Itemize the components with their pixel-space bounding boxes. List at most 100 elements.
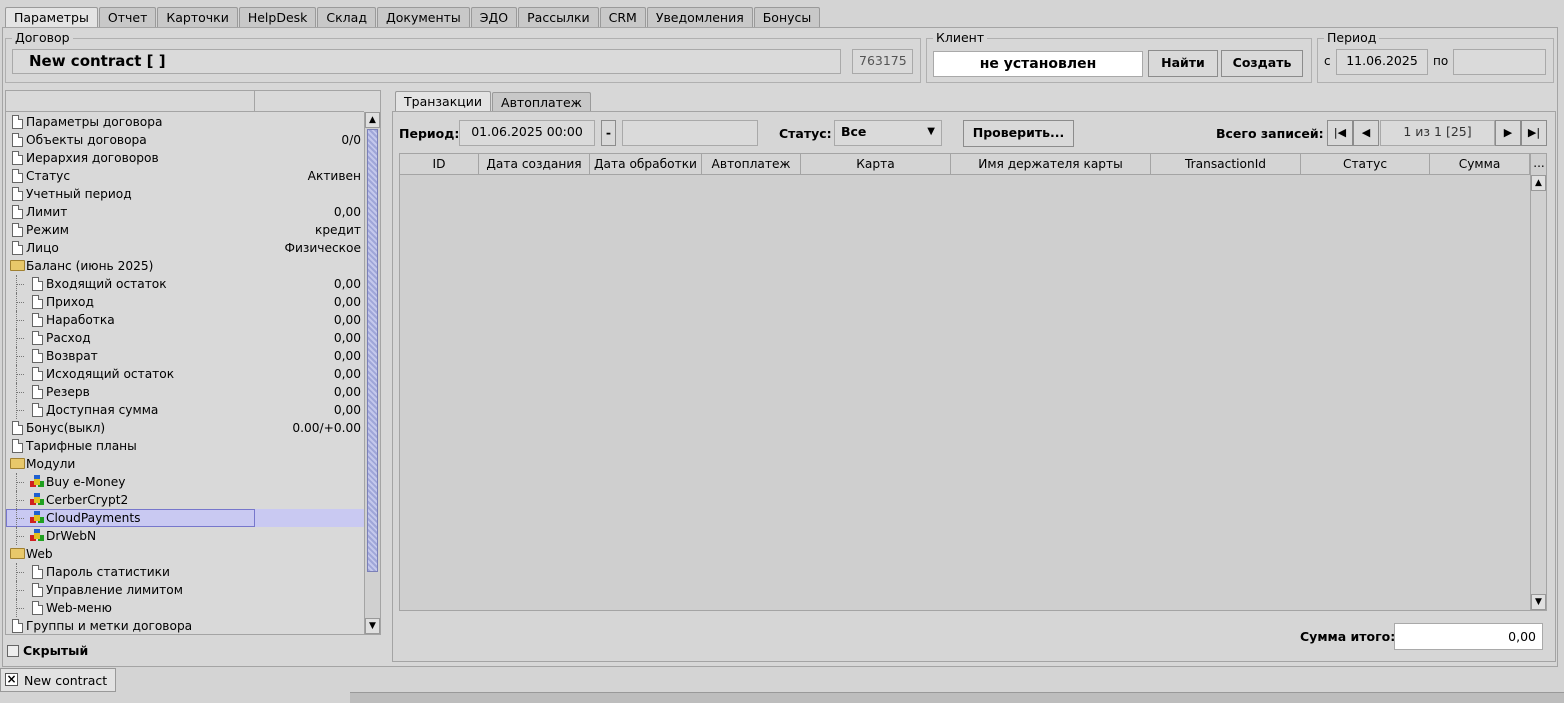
tree-row[interactable]: Бонус(выкл) 0.00/+0.00 bbox=[6, 419, 364, 437]
page-indicator: 1 из 1 [25] bbox=[1380, 120, 1495, 146]
tree-row[interactable]: CerberCrypt2 bbox=[6, 491, 364, 509]
tree-scroll-thumb[interactable] bbox=[367, 129, 378, 572]
column-header[interactable]: Имя держателя карты bbox=[951, 154, 1151, 174]
tree-row[interactable]: Возврат 0,00 bbox=[6, 347, 364, 365]
tree-row-label: Web bbox=[26, 547, 53, 561]
top-tab-0[interactable]: Параметры bbox=[5, 7, 98, 28]
tree-row[interactable]: Пароль статистики bbox=[6, 563, 364, 581]
tree-row-label: Входящий остаток bbox=[46, 277, 167, 291]
tree-row[interactable]: Управление лимитом bbox=[6, 581, 364, 599]
tree-row[interactable]: Резерв 0,00 bbox=[6, 383, 364, 401]
tree-row[interactable]: Web-меню bbox=[6, 599, 364, 617]
tree-branch-line bbox=[16, 401, 17, 419]
document-icon bbox=[12, 169, 23, 183]
first-page-icon[interactable]: |◀ bbox=[1327, 120, 1353, 146]
tree-row[interactable]: Исходящий остаток 0,00 bbox=[6, 365, 364, 383]
tree-row[interactable]: Иерархия договоров bbox=[6, 149, 364, 167]
top-tab-3[interactable]: HelpDesk bbox=[238, 7, 317, 27]
table-more-button[interactable]: ... bbox=[1530, 154, 1547, 175]
period-from-field[interactable]: 11.06.2025 bbox=[1336, 49, 1428, 75]
column-header[interactable]: Сумма bbox=[1430, 154, 1530, 174]
prev-page-icon[interactable]: ◀ bbox=[1353, 120, 1379, 146]
top-tab-4[interactable]: Склад bbox=[317, 7, 376, 27]
tree-row[interactable]: Параметры договора bbox=[6, 113, 364, 131]
tree-row[interactable]: Лицо Физическое bbox=[6, 239, 364, 257]
scroll-up-icon[interactable]: ▲ bbox=[365, 112, 380, 128]
tree-row[interactable]: Приход 0,00 bbox=[6, 293, 364, 311]
next-page-icon[interactable]: ▶ bbox=[1495, 120, 1521, 146]
tree-row-value: 0,00 bbox=[333, 367, 361, 381]
find-client-button[interactable]: Найти bbox=[1148, 50, 1218, 77]
table-scroll-down-icon[interactable]: ▼ bbox=[1531, 594, 1546, 610]
contract-group: Договор New contract [ ] 763175 bbox=[5, 30, 921, 83]
tree-row[interactable]: Учетный период bbox=[6, 185, 364, 203]
close-icon[interactable]: × bbox=[5, 673, 18, 686]
column-header[interactable]: TransactionId bbox=[1151, 154, 1301, 174]
hidden-checkbox-label: Скрытый bbox=[23, 643, 89, 658]
tree-row[interactable]: CloudPayments bbox=[6, 509, 364, 527]
filter-period-to-field[interactable] bbox=[622, 120, 758, 146]
tree-branch-line bbox=[16, 482, 24, 483]
tree-branch-line bbox=[16, 563, 17, 581]
check-button[interactable]: Проверить... bbox=[963, 120, 1074, 147]
top-tab-8[interactable]: CRM bbox=[599, 7, 646, 27]
contract-name-field[interactable]: New contract [ ] bbox=[12, 49, 841, 74]
top-tab-5[interactable]: Документы bbox=[376, 7, 470, 27]
column-header[interactable]: Автоплатеж bbox=[702, 154, 801, 174]
tree-row-label: Бонус(выкл) bbox=[26, 421, 106, 435]
tree-row[interactable]: Входящий остаток 0,00 bbox=[6, 275, 364, 293]
status-select[interactable]: Все ▼ bbox=[834, 120, 942, 146]
tree-row[interactable]: Расход 0,00 bbox=[6, 329, 364, 347]
tree-branch-line bbox=[16, 338, 24, 339]
module-icon bbox=[30, 475, 44, 489]
table-scrollbar[interactable]: ▲ ▼ bbox=[1530, 175, 1546, 610]
table-scroll-up-icon[interactable]: ▲ bbox=[1531, 175, 1546, 191]
column-header[interactable]: Статус bbox=[1301, 154, 1430, 174]
column-header[interactable]: Дата создания bbox=[479, 154, 590, 174]
tree-row[interactable]: Объекты договора 0/0 bbox=[6, 131, 364, 149]
tree-row[interactable]: Лимит 0,00 bbox=[6, 203, 364, 221]
tree-row[interactable]: Доступная сумма 0,00 bbox=[6, 401, 364, 419]
tree-row[interactable]: Тарифные планы bbox=[6, 437, 364, 455]
tree-header-column-1[interactable] bbox=[6, 91, 255, 112]
tree-row-label: Наработка bbox=[46, 313, 115, 327]
document-icon bbox=[32, 313, 43, 327]
top-tab-2[interactable]: Карточки bbox=[157, 7, 238, 27]
tree-row[interactable]: Группы и метки договора bbox=[6, 617, 364, 635]
tree-row-label: Пароль статистики bbox=[46, 565, 170, 579]
tree-row[interactable]: Наработка 0,00 bbox=[6, 311, 364, 329]
tree-row[interactable]: Buy e-Money bbox=[6, 473, 364, 491]
period-to-field[interactable] bbox=[1453, 49, 1546, 75]
hidden-checkbox[interactable] bbox=[7, 645, 19, 657]
tree-row[interactable]: Модули bbox=[6, 455, 364, 473]
tree-row[interactable]: DrWebN bbox=[6, 527, 364, 545]
top-tab-10[interactable]: Бонусы bbox=[753, 7, 821, 27]
document-icon bbox=[32, 367, 43, 381]
tab-autopayment[interactable]: Автоплатеж bbox=[492, 92, 591, 112]
column-header[interactable]: Дата обработки bbox=[590, 154, 702, 174]
top-tab-6[interactable]: ЭДО bbox=[470, 7, 518, 27]
scroll-down-icon[interactable]: ▼ bbox=[365, 618, 380, 634]
period-from-label: с bbox=[1324, 54, 1331, 68]
tree-scrollbar[interactable]: ▲ ▼ bbox=[364, 112, 380, 634]
column-header[interactable]: ID bbox=[400, 154, 479, 174]
last-page-icon[interactable]: ▶| bbox=[1521, 120, 1547, 146]
document-icon bbox=[12, 421, 23, 435]
tree-row[interactable]: Баланс (июнь 2025) bbox=[6, 257, 364, 275]
tab-transactions[interactable]: Транзакции bbox=[395, 91, 492, 112]
tree-branch-line bbox=[16, 473, 17, 491]
document-tab-new-contract[interactable]: × New contract bbox=[0, 668, 116, 692]
tree-row-label: Лицо bbox=[26, 241, 59, 255]
top-tab-9[interactable]: Уведомления bbox=[646, 7, 753, 27]
tree-row[interactable]: Web bbox=[6, 545, 364, 563]
create-client-button[interactable]: Создать bbox=[1221, 50, 1303, 77]
top-tab-1[interactable]: Отчет bbox=[98, 7, 157, 27]
filter-period-from-field[interactable]: 01.06.2025 00:00 bbox=[459, 120, 595, 146]
tree-row[interactable]: Режим кредит bbox=[6, 221, 364, 239]
client-field[interactable]: не установлен bbox=[933, 51, 1143, 77]
tree-branch-line bbox=[16, 590, 24, 591]
top-tab-7[interactable]: Рассылки bbox=[518, 7, 599, 27]
period-dash-button[interactable]: - bbox=[601, 120, 616, 146]
tree-row[interactable]: Статус Активен bbox=[6, 167, 364, 185]
column-header[interactable]: Карта bbox=[801, 154, 951, 174]
